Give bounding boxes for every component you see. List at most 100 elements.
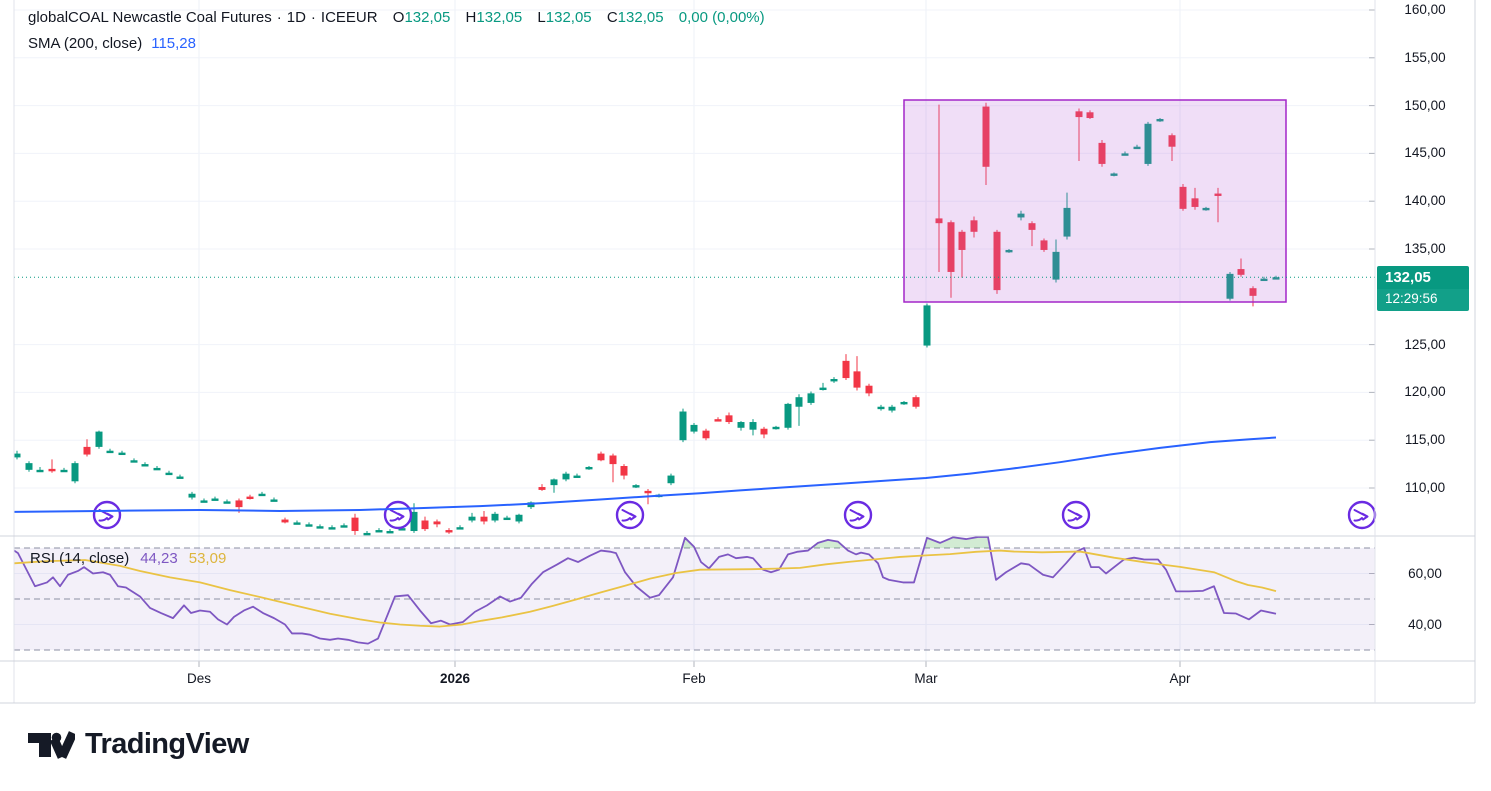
candle-down (715, 419, 722, 421)
price-axis-label: 120,00 (1376, 384, 1474, 399)
candle-down (539, 487, 546, 490)
candle-up (551, 479, 558, 485)
rsi-axis-label: 60,00 (1376, 566, 1474, 581)
sma-legend[interactable]: SMA (200, close)115,28 (28, 35, 196, 52)
candle-up (37, 470, 44, 472)
separator-dot: · (311, 9, 316, 26)
candle-up (633, 485, 640, 487)
interval-label: 1D (287, 9, 306, 26)
candle-up (516, 515, 523, 522)
price-axis-label: 110,00 (1376, 480, 1474, 495)
price-axis-label: 155,00 (1376, 50, 1474, 65)
candle-down (49, 469, 56, 471)
candle-up (26, 463, 33, 470)
rsi-ma-value: 53,09 (189, 550, 227, 567)
change-value: 0,00 (679, 9, 708, 26)
candle-up (212, 499, 219, 501)
candle-up (387, 531, 394, 533)
tradingview-chart-app: globalCOAL Newcastle Coal Futures·1D·ICE… (0, 0, 1491, 791)
candle-down (645, 491, 652, 493)
candle-up (820, 388, 827, 390)
candle-down (703, 431, 710, 439)
candle-up (107, 451, 114, 453)
candle-up (201, 500, 208, 502)
contract-rollover-icon[interactable] (617, 502, 643, 528)
highlight-box-annotation[interactable] (904, 100, 1286, 302)
price-axis-label: 145,00 (1376, 145, 1474, 160)
candle-up (469, 517, 476, 521)
high-value: 132,05 (476, 9, 522, 26)
candle-up (831, 379, 838, 381)
low-label: L (537, 9, 545, 26)
candle-up (924, 305, 931, 345)
candle-up (154, 468, 161, 470)
price-axis-label: 150,00 (1376, 98, 1474, 113)
tradingview-wordmark: TradingView (85, 728, 249, 761)
candle-down (610, 455, 617, 464)
candle-up (131, 460, 138, 462)
candle-up (96, 432, 103, 447)
candle-up (901, 402, 908, 404)
candle-down (282, 520, 289, 523)
countdown-timer: 12:29:56 (1377, 289, 1469, 311)
last-price-value: 132,05 (1377, 266, 1469, 289)
candle-up (306, 524, 313, 526)
sma-label: SMA (200, close) (28, 35, 142, 52)
candle-down (352, 518, 359, 531)
candle-up (574, 476, 581, 478)
contract-rollover-icon[interactable] (1063, 502, 1089, 528)
time-axis-label: Apr (1140, 671, 1220, 686)
candle-up (317, 526, 324, 528)
candle-up (808, 393, 815, 403)
high-label: H (466, 9, 477, 26)
tradingview-logo-icon (27, 724, 75, 764)
candle-down (621, 466, 628, 476)
candle-up (563, 474, 570, 480)
open-label: O (393, 9, 405, 26)
candle-up (668, 476, 675, 484)
candle-up (224, 501, 231, 503)
candle-down (481, 517, 488, 522)
candle-down (434, 521, 441, 524)
candle-up (341, 525, 348, 527)
candle-up (189, 494, 196, 498)
candle-down (913, 397, 920, 407)
candle-down (854, 371, 861, 387)
contract-rollover-icon[interactable] (1349, 502, 1375, 528)
candle-up (680, 412, 687, 441)
time-axis-label: Mar (886, 671, 966, 686)
candle-down (236, 500, 243, 507)
candle-up (329, 527, 336, 529)
candle-down (598, 454, 605, 461)
contract-rollover-icon[interactable] (94, 502, 120, 528)
rsi-label: RSI (14, close) (30, 550, 129, 567)
contract-rollover-icon[interactable] (845, 502, 871, 528)
price-axis-label: 115,00 (1376, 432, 1474, 447)
candle-down (726, 415, 733, 422)
contract-rollover-icon[interactable] (385, 502, 411, 528)
candle-up (492, 514, 499, 521)
candle-up (271, 499, 278, 501)
candle-up (119, 453, 126, 455)
rsi-value: 44,23 (140, 550, 178, 567)
price-axis-label: 160,00 (1376, 2, 1474, 17)
rsi-axis-label: 40,00 (1376, 617, 1474, 632)
candle-down (843, 361, 850, 378)
change-percent: (0,00%) (712, 9, 765, 26)
candle-up (294, 522, 301, 524)
candle-up (889, 407, 896, 411)
candle-up (504, 518, 511, 520)
time-axis-label: Feb (654, 671, 734, 686)
low-value: 132,05 (546, 9, 592, 26)
time-axis-label: Des (159, 671, 239, 686)
candle-up (142, 464, 149, 466)
separator-dot: · (277, 9, 282, 26)
candle-up (61, 470, 68, 472)
candle-up (586, 467, 593, 469)
rsi-legend[interactable]: RSI (14, close) 44,23 53,09 (30, 550, 226, 567)
candle-up (177, 477, 184, 479)
candle-up (364, 533, 371, 535)
candle-up (878, 407, 885, 409)
symbol-header[interactable]: globalCOAL Newcastle Coal Futures·1D·ICE… (28, 9, 765, 26)
candle-up (691, 425, 698, 432)
